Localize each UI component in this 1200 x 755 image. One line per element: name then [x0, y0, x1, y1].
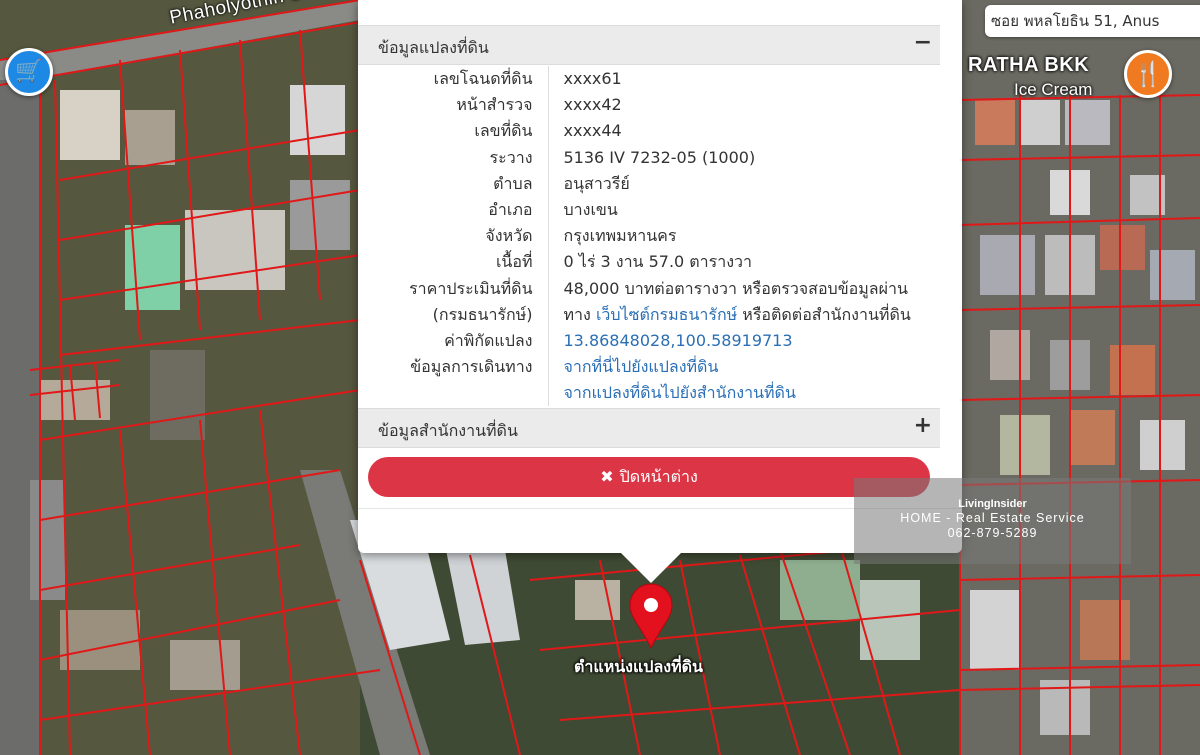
watermark-brand: LivingInsider [958, 498, 1027, 510]
land-info-table: เลขโฉนดที่ดิน xxxx61 หน้าสำรวจ xxxx42 เล… [358, 66, 940, 407]
travel-label-empty [358, 380, 549, 407]
watermark-line2: 062-879-5289 [947, 526, 1038, 540]
parcel-location-label: ตำแหน่งแปลงที่ดิน [574, 657, 703, 676]
row-label: จังหวัด [358, 223, 549, 250]
table-row: ระวาง 5136 IV 7232-05 (1000) [358, 144, 940, 171]
row-label: เนื้อที่ [358, 249, 549, 276]
row-value: xxxx61 [563, 69, 622, 88]
expand-icon[interactable]: + [914, 413, 932, 438]
close-icon: ✖ [600, 466, 614, 486]
price-source-label: (กรมธนารักษ์) [358, 301, 549, 328]
row-label: เลขโฉนดที่ดิน [358, 66, 549, 93]
row-label: ระวาง [358, 144, 549, 171]
price-source-suffix: หรือติดต่อสำนักงานที่ดิน [737, 304, 911, 324]
row-label: หน้าสำรวจ [358, 92, 549, 119]
shopping-cart-icon[interactable]: 🛒 [5, 48, 53, 96]
fork-knife-icon[interactable]: 🍴 [1124, 50, 1172, 98]
close-window-label: ปิดหน้าต่าง [619, 466, 698, 486]
coords-link[interactable]: 13.86848028,100.58919713 [564, 331, 793, 350]
table-row: อำเภอ บางเขน [358, 196, 940, 224]
close-window-button[interactable]: ✖ ปิดหน้าต่าง [368, 457, 930, 497]
row-value: กรุงเทพมหานคร [563, 226, 677, 246]
table-row-price: ราคาประเมินที่ดิน 48,000 บาทต่อตารางวา ห… [358, 275, 940, 302]
row-value: xxxx42 [563, 95, 622, 115]
price-source-prefix: ทาง [563, 304, 596, 324]
row-label: อำเภอ [358, 196, 549, 224]
row-value: บางเขน [563, 199, 618, 219]
land-info-header[interactable]: ข้อมูลแปลงที่ดิน − [358, 25, 940, 65]
poi-name: RATHA BKK [968, 54, 1090, 76]
row-label: ตำบล [358, 170, 549, 197]
price-label: ราคาประเมินที่ดิน [358, 275, 549, 302]
street-name-tag: ซอย พหลโยธิน 51, Anus [985, 5, 1200, 37]
table-row: หน้าสำรวจ xxxx42 [358, 92, 940, 119]
table-row-travel: ข้อมูลการเดินทาง จากที่นี่ไปยังแปลงที่ดิ… [358, 354, 940, 381]
table-row: เลขโฉนดที่ดิน xxxx61 [358, 66, 940, 93]
table-row-price-source: (กรมธนารักษ์) ทาง เว็บไซต์กรมธนารักษ์ หร… [358, 301, 940, 328]
table-row: จังหวัด กรุงเทพมหานคร [358, 223, 940, 250]
table-row-travel-2: จากแปลงที่ดินไปยังสำนักงานที่ดิน [358, 380, 940, 407]
land-office-title: ข้อมูลสำนักงานที่ดิน [378, 421, 518, 440]
row-value: xxxx44 [563, 121, 622, 141]
poi-subtitle: Ice Cream [1014, 80, 1093, 99]
watermark: LivingInsider HOME - Real Estate Service… [854, 478, 1131, 564]
coords-label: ค่าพิกัดแปลง [358, 327, 549, 355]
watermark-line1: HOME - Real Estate Service [900, 511, 1085, 525]
table-row: ตำบล อนุสาวรีย์ [358, 170, 940, 197]
row-value: 0 ไร่ 3 งาน 57.0 ตารางวา [563, 252, 753, 272]
parcel-info-popup: ข้อมูลแปลงที่ดิน − เลขโฉนดที่ดิน xxxx61 … [358, 0, 962, 583]
land-info-title: ข้อมูลแปลงที่ดิน [378, 38, 489, 57]
table-row: เลขที่ดิน xxxx44 [358, 118, 940, 145]
row-value: อนุสาวรีย์ [563, 173, 630, 193]
table-row-coords: ค่าพิกัดแปลง 13.86848028,100.58919713 [358, 327, 940, 355]
travel-label: ข้อมูลการเดินทาง [358, 354, 549, 381]
row-value: 5136 IV 7232-05 (1000) [563, 147, 756, 167]
price-value: 48,000 บาทต่อตารางวา หรือตรวจสอบข้อมูลผ่… [563, 278, 908, 298]
directions-to-parcel-link[interactable]: จากที่นี่ไปยังแปลงที่ดิน [564, 357, 719, 376]
row-label: เลขที่ดิน [358, 118, 549, 145]
land-office-header[interactable]: ข้อมูลสำนักงานที่ดิน + [358, 408, 940, 448]
collapse-icon[interactable]: − [914, 30, 932, 55]
treasury-website-link[interactable]: เว็บไซต์กรมธนารักษ์ [596, 305, 737, 324]
table-row: เนื้อที่ 0 ไร่ 3 งาน 57.0 ตารางวา [358, 249, 940, 276]
price-source-value: ทาง เว็บไซต์กรมธนารักษ์ หรือติดต่อสำนักง… [548, 302, 940, 328]
directions-to-office-link[interactable]: จากแปลงที่ดินไปยังสำนักงานที่ดิน [564, 383, 796, 402]
